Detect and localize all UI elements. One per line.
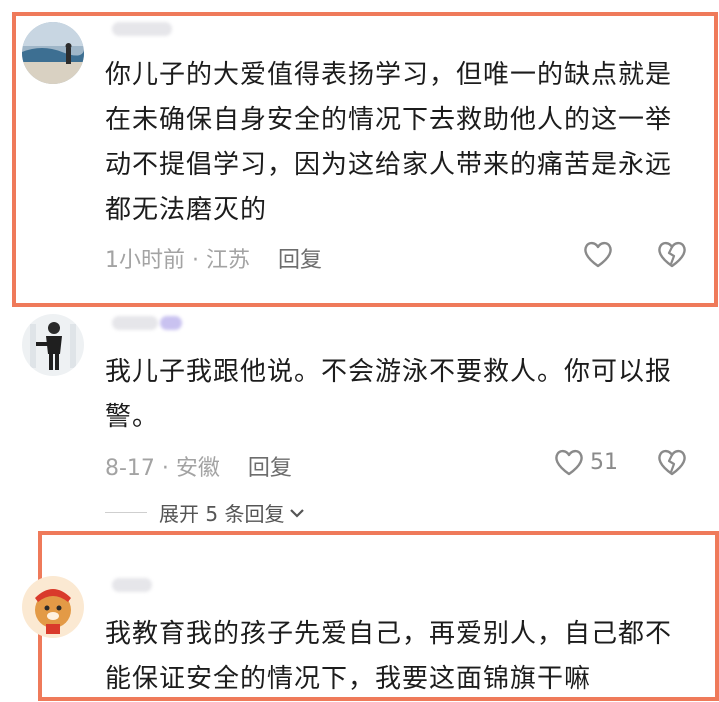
chevron-down-icon xyxy=(290,508,305,518)
like-button[interactable]: 51 xyxy=(554,448,618,476)
avatar[interactable] xyxy=(22,22,84,84)
dislike-button[interactable] xyxy=(657,448,687,480)
avatar[interactable] xyxy=(22,314,84,376)
timestamp-location: 1小时前 · 江苏 xyxy=(105,248,250,273)
username-blurred[interactable] xyxy=(112,22,172,36)
username-blurred[interactable] xyxy=(112,316,158,330)
dislike-heart-icon xyxy=(658,241,686,268)
divider xyxy=(105,512,147,513)
comment-text: 我教育我的孩子先爱自己，再爱别人，自己都不 能保证安全的情况下，我要这面锦旗干嘛 xyxy=(105,612,695,702)
like-count: 51 xyxy=(590,449,618,475)
comment-text-line: 在未确保自身安全的情况下去救助他人的这一举 xyxy=(105,105,673,135)
comment-text-line: 你儿子的大爱值得表扬学习，但唯一的缺点就是 xyxy=(105,60,673,90)
comment-text-line: 我教育我的孩子先爱自己，再爱别人，自己都不 xyxy=(105,619,673,649)
comment-text: 我儿子我跟他说。不会游泳不要救人。你可以报 警。 xyxy=(105,350,695,440)
comment-text-line: 我儿子我跟他说。不会游泳不要救人。你可以报 xyxy=(105,357,673,387)
comment-meta: 8-17 · 安徽 回复 xyxy=(105,450,292,482)
dislike-button[interactable] xyxy=(657,240,687,272)
comment-text: 你儿子的大爱值得表扬学习，但唯一的缺点就是 在未确保自身安全的情况下去救助他人的… xyxy=(105,53,695,233)
user-badge-blurred xyxy=(160,316,182,330)
heart-icon xyxy=(584,241,612,268)
comment-meta: 1小时前 · 江苏 回复 xyxy=(105,242,322,274)
heart-icon xyxy=(555,449,583,476)
timestamp-location: 8-17 · 安徽 xyxy=(105,456,220,481)
reply-button[interactable]: 回复 xyxy=(248,456,292,481)
avatar[interactable] xyxy=(22,576,84,638)
comment-text-line: 都无法磨灭的 xyxy=(105,195,268,225)
like-button[interactable] xyxy=(583,240,613,268)
username-blurred[interactable] xyxy=(112,578,152,592)
comment-text-line: 能保证安全的情况下，我要这面锦旗干嘛 xyxy=(105,664,592,694)
expand-replies-label: 展开 5 条回复 xyxy=(159,502,285,526)
comment-text-line: 警。 xyxy=(105,402,160,432)
expand-replies-button[interactable]: 展开 5 条回复 xyxy=(105,498,306,527)
reply-button[interactable]: 回复 xyxy=(278,248,322,273)
comment-text-line: 动不提倡学习，因为这给家人带来的痛苦是永远 xyxy=(105,150,673,180)
dislike-heart-icon xyxy=(658,449,686,476)
